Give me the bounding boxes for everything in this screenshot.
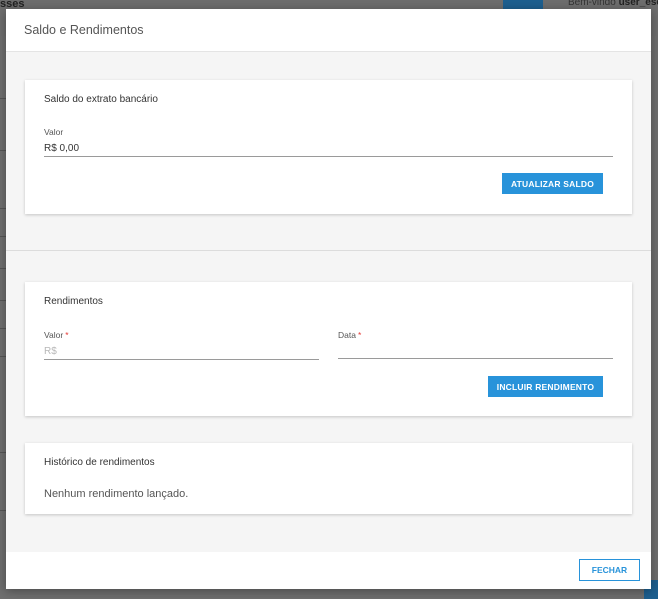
saldo-rendimentos-modal: Saldo e Rendimentos Saldo do extrato ban… bbox=[6, 9, 651, 589]
historico-card-title: Histórico de rendimentos bbox=[44, 457, 155, 468]
saldo-card-title: Saldo do extrato bancário bbox=[44, 94, 158, 105]
saldo-valor-input[interactable]: R$ 0,00 bbox=[44, 143, 79, 154]
historico-empty-message: Nenhum rendimento lançado. bbox=[44, 488, 189, 500]
rendimentos-card-title: Rendimentos bbox=[44, 296, 103, 307]
rendimento-valor-underline bbox=[44, 359, 319, 360]
saldo-valor-underline bbox=[44, 156, 613, 157]
saldo-card: Saldo do extrato bancário Valor R$ 0,00 … bbox=[25, 80, 632, 214]
atualizar-saldo-button[interactable]: ATUALIZAR SALDO bbox=[502, 173, 603, 194]
rendimento-valor-label: Valor * bbox=[44, 330, 69, 340]
rendimento-data-underline bbox=[338, 358, 613, 359]
incluir-rendimento-button[interactable]: INCLUIR RENDIMENTO bbox=[488, 376, 603, 397]
section-divider bbox=[6, 250, 651, 251]
rendimentos-card: Rendimentos Valor * R$ Data * INCLUIR REND… bbox=[25, 282, 632, 416]
background-welcome: Bem-vindo user_escola bbox=[568, 0, 658, 8]
rendimento-data-label: Data * bbox=[338, 330, 362, 340]
rendimento-valor-input[interactable]: R$ bbox=[44, 346, 57, 357]
required-asterisk: * bbox=[65, 330, 69, 340]
fechar-button[interactable]: FECHAR bbox=[579, 559, 640, 581]
historico-card: Histórico de rendimentos Nenhum rendimen… bbox=[25, 443, 632, 514]
saldo-valor-label: Valor bbox=[44, 127, 64, 137]
rendimento-data-input[interactable] bbox=[338, 342, 613, 358]
modal-footer: FECHAR bbox=[6, 552, 651, 589]
modal-header: Saldo e Rendimentos bbox=[6, 9, 651, 52]
required-asterisk: * bbox=[357, 330, 362, 340]
modal-body: Saldo do extrato bancário Valor R$ 0,00 … bbox=[6, 52, 651, 552]
modal-title: Saldo e Rendimentos bbox=[24, 23, 144, 37]
